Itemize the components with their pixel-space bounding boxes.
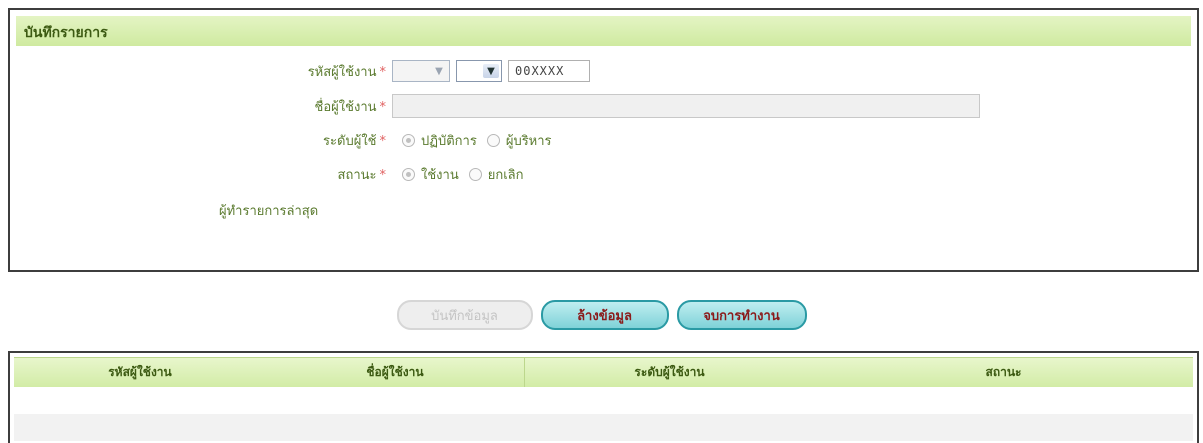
- user-entry-panel: บันทึกรายการ รหัสผู้ใช้งาน * ▼ ▼ 00XXXX ช…: [8, 8, 1199, 272]
- last-editor-row: ผู้ทำรายการล่าสุด: [219, 200, 318, 221]
- clear-button[interactable]: ล้างข้อมูล: [540, 300, 669, 330]
- user-code-prefix-select[interactable]: ▼: [392, 60, 450, 82]
- status-label: สถานะ *: [337, 168, 387, 183]
- status-active-radio[interactable]: [402, 168, 415, 181]
- user-level-operator-label: ปฏิบัติการ: [421, 134, 477, 149]
- exit-button[interactable]: จบการทำงาน: [676, 300, 807, 330]
- status-cancelled-radio[interactable]: [468, 168, 482, 181]
- status-radio-group: ใช้งาน ยกเลิก: [392, 164, 524, 185]
- required-mark: *: [379, 64, 387, 80]
- save-button[interactable]: บันทึกข้อมูล: [396, 300, 533, 330]
- column-header-status[interactable]: สถานะ: [814, 358, 1193, 387]
- action-button-bar: บันทึกข้อมูล ล้างข้อมูล จบการทำงาน: [0, 300, 1203, 330]
- user-name-input[interactable]: [392, 94, 980, 118]
- user-name-label: ชื่อผู้ใช้งาน *: [314, 99, 387, 115]
- user-level-radio-group: ปฏิบัติการ ผู้บริหาร: [392, 130, 552, 151]
- last-editor-label: ผู้ทำรายการล่าสุด: [219, 204, 319, 219]
- user-code-group-select[interactable]: ▼: [456, 60, 502, 82]
- user-code-input[interactable]: 00XXXX: [508, 60, 590, 82]
- required-mark: *: [379, 99, 387, 115]
- status-active-label: ใช้งาน: [421, 168, 459, 183]
- table-header: รหัสผู้ใช้งาน ชื่อผู้ใช้งาน ระดับผู้ใช้ง…: [14, 357, 1193, 387]
- required-mark: *: [379, 134, 387, 149]
- status-row: สถานะ * ใช้งาน ยกเลิก: [16, 164, 524, 185]
- table-row: [14, 387, 1193, 414]
- form-title: บันทึกรายการ: [16, 16, 1191, 46]
- user-code-label: รหัสผู้ใช้งาน *: [307, 64, 387, 80]
- chevron-down-icon: ▼: [435, 65, 443, 77]
- status-cancelled-label: ยกเลิก: [487, 168, 524, 183]
- user-level-operator-radio[interactable]: [402, 134, 415, 147]
- form-body: รหัสผู้ใช้งาน * ▼ ▼ 00XXXX ชื่อผู้ใช้งาน *…: [16, 46, 1191, 262]
- column-header-user-name[interactable]: ชื่อผู้ใช้งาน: [266, 358, 524, 387]
- user-code-row: รหัสผู้ใช้งาน * ▼ ▼ 00XXXX: [16, 60, 590, 82]
- user-level-executive-radio[interactable]: [486, 134, 500, 147]
- user-name-row: ชื่อผู้ใช้งาน *: [16, 94, 980, 118]
- chevron-down-icon: ▼: [483, 64, 499, 78]
- user-level-row: ระดับผู้ใช้ * ปฏิบัติการ ผู้บริหาร: [16, 130, 552, 151]
- column-header-user-code[interactable]: รหัสผู้ใช้งาน: [14, 358, 266, 387]
- table-row: [14, 414, 1193, 441]
- results-table: รหัสผู้ใช้งาน ชื่อผู้ใช้งาน ระดับผู้ใช้ง…: [8, 351, 1199, 443]
- user-level-executive-label: ผู้บริหาร: [505, 134, 552, 149]
- required-mark: *: [379, 168, 387, 183]
- column-header-user-level[interactable]: ระดับผู้ใช้งาน: [524, 358, 814, 387]
- user-level-label: ระดับผู้ใช้ *: [323, 134, 387, 149]
